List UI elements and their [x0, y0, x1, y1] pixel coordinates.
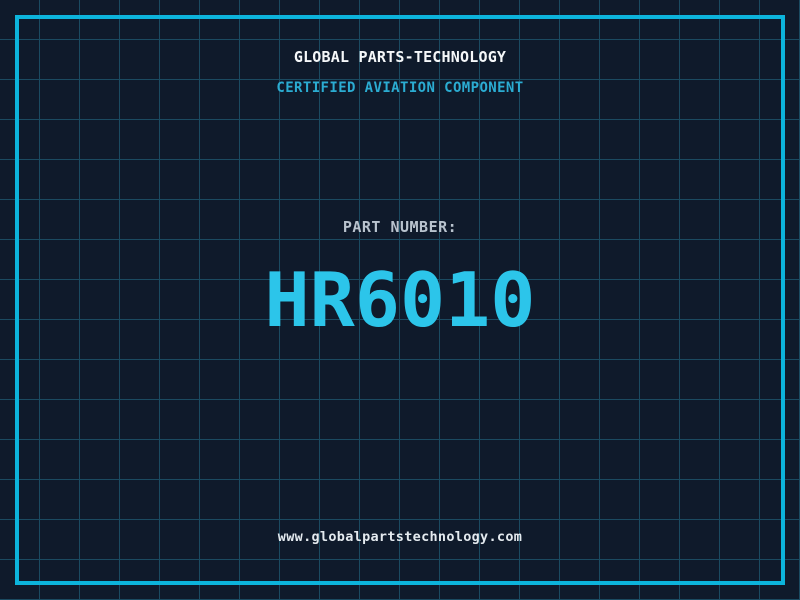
brand-subtitle: CERTIFIED AVIATION COMPONENT: [276, 80, 524, 96]
part-number-value: HR6010: [264, 256, 536, 344]
brand-title: GLOBAL PARTS-TECHNOLOGY: [293, 48, 507, 66]
part-number-label: PART NUMBER:: [342, 218, 458, 236]
website-url: www.globalpartstechnology.com: [277, 529, 523, 545]
placard-background: GLOBAL PARTS-TECHNOLOGY CERTIFIED AVIATI…: [0, 0, 800, 600]
